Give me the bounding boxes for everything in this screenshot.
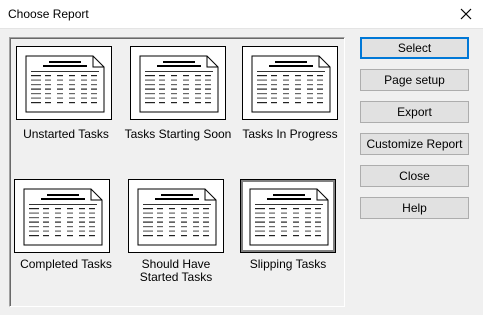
- report-list: Unstarted Tasks Tasks Starting Soon Task…: [9, 37, 345, 307]
- report-label: Tasks Starting Soon: [124, 127, 232, 141]
- page-setup-button[interactable]: Page setup: [360, 69, 469, 91]
- export-button[interactable]: Export: [360, 101, 469, 123]
- report-thumbnail[interactable]: [242, 46, 338, 120]
- report-thumbnail-selected[interactable]: [240, 179, 336, 253]
- customize-report-button[interactable]: Customize Report: [360, 133, 469, 155]
- close-icon: [460, 8, 472, 20]
- report-document-icon: [137, 188, 217, 246]
- choose-report-dialog: Choose Report Unstarted Tasks Tasks Star…: [0, 0, 483, 315]
- report-document-icon: [25, 55, 105, 113]
- report-thumbnail[interactable]: [128, 179, 224, 253]
- help-button[interactable]: Help: [360, 197, 469, 219]
- report-label: Completed Tasks: [20, 257, 112, 271]
- report-document-icon: [23, 188, 103, 246]
- report-document-icon: [251, 55, 331, 113]
- title-bar: Choose Report: [0, 0, 483, 29]
- window-title: Choose Report: [8, 7, 89, 21]
- report-thumbnail[interactable]: [130, 46, 226, 120]
- report-label: Tasks In Progress: [242, 127, 338, 141]
- close-button[interactable]: Close: [360, 165, 469, 187]
- report-thumbnail[interactable]: [16, 46, 112, 120]
- report-document-icon: [139, 55, 219, 113]
- report-document-icon: [249, 188, 329, 246]
- report-label: Should Have Started Tasks: [139, 257, 213, 284]
- report-label: Unstarted Tasks: [23, 127, 109, 141]
- report-thumbnail[interactable]: [14, 179, 110, 253]
- window-close-button[interactable]: [449, 0, 483, 28]
- select-button[interactable]: Select: [360, 37, 469, 59]
- report-label: Slipping Tasks: [249, 257, 327, 271]
